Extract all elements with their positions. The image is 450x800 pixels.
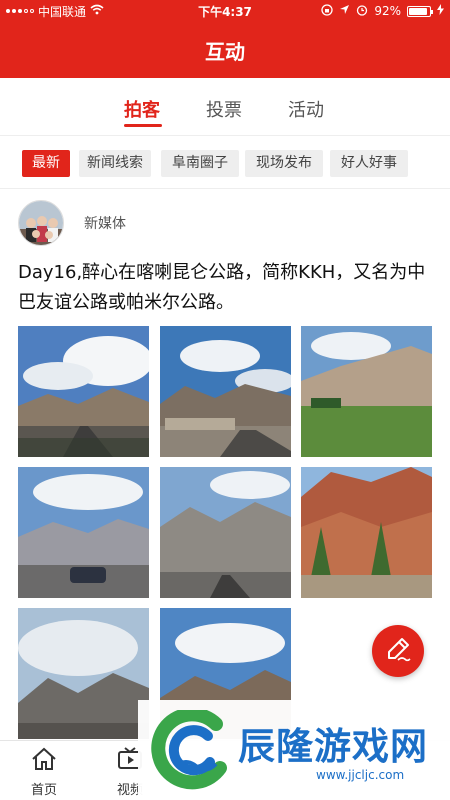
active-tab-indicator	[124, 124, 162, 127]
page-title: 互动	[205, 39, 245, 64]
battery-icon	[407, 5, 433, 17]
tab-bar: 拍客 投票 活动	[0, 78, 450, 136]
battery-percent: 92%	[374, 4, 401, 18]
status-bar: 中国联通 下午4:37 92%	[0, 0, 450, 22]
edit-pen-icon	[384, 635, 412, 667]
site-watermark: 辰隆游戏网 www.jjcljc.com	[138, 700, 450, 800]
watermark-logo-icon	[146, 707, 232, 796]
chip-live-post[interactable]: 现场发布	[245, 150, 323, 177]
nav-home[interactable]: 首页	[14, 747, 74, 798]
post-photo[interactable]	[18, 467, 149, 598]
tab-vote[interactable]: 投票	[206, 96, 242, 122]
home-icon	[31, 747, 57, 775]
watermark-url: www.jjcljc.com	[316, 768, 405, 782]
rotation-lock-icon	[321, 3, 333, 19]
chip-latest[interactable]: 最新	[22, 150, 70, 177]
post-photo[interactable]	[301, 467, 432, 598]
nav-home-label: 首页	[30, 783, 57, 798]
avatar[interactable]	[18, 200, 64, 246]
charging-icon	[437, 4, 444, 18]
watermark-text: 辰隆游戏网	[238, 725, 428, 768]
post-author[interactable]: 新媒体	[84, 213, 126, 233]
post-photo[interactable]	[18, 326, 149, 457]
tab-paike[interactable]: 拍客	[124, 96, 160, 122]
page-title-bar: 互动	[0, 22, 450, 78]
location-icon	[339, 4, 350, 18]
chip-funan-circle[interactable]: 阜南圈子	[161, 150, 239, 177]
alarm-icon	[356, 4, 368, 19]
post-text: Day16,醉心在喀喇昆仑公路，简称KKH，又名为中巴友谊公路或帕米尔公路。	[18, 262, 426, 313]
post-photo[interactable]	[301, 326, 432, 457]
post-photo[interactable]	[18, 608, 149, 739]
tab-activity[interactable]: 活动	[288, 96, 324, 122]
compose-post-button[interactable]	[372, 625, 424, 677]
chip-good-deeds[interactable]: 好人好事	[330, 150, 408, 177]
post-photo[interactable]	[160, 467, 291, 598]
chip-news-tips[interactable]: 新闻线索	[79, 150, 151, 177]
filter-chip-bar: 最新 新闻线索 阜南圈子 现场发布 好人好事	[0, 137, 450, 189]
post-photo[interactable]	[160, 326, 291, 457]
